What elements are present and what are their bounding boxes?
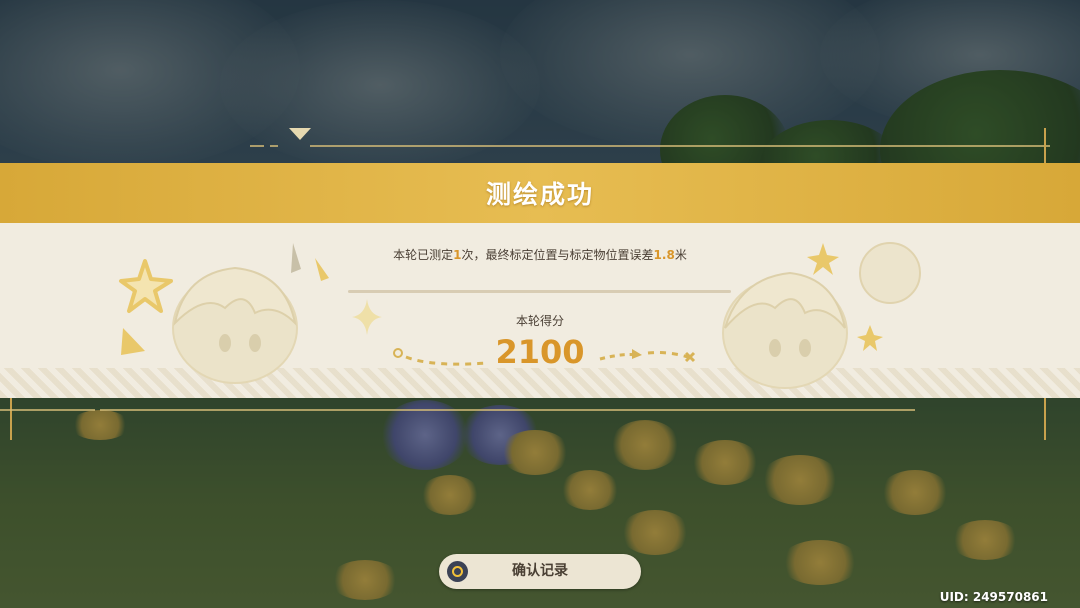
measure-count: 1 (453, 248, 462, 262)
error-distance: 1.8 (653, 248, 675, 262)
frame-top-dash (270, 145, 278, 147)
frame-top-dash (250, 145, 264, 147)
summary-middle: 次，最终标定位置与标定物位置误差 (461, 248, 654, 262)
frame-bottom-dash (0, 409, 95, 411)
result-title: 测绘成功 (485, 180, 594, 209)
triangle-pointer-icon (289, 128, 311, 140)
measurement-summary: 本轮已测定1次，最终标定位置与标定物位置误差1.8米 (0, 246, 1080, 263)
score-label: 本轮得分 (515, 314, 564, 328)
frame-top-line (310, 145, 1050, 147)
divider (348, 290, 731, 293)
summary-prefix: 本轮已测定 (393, 248, 454, 262)
uid-label: UID: 249570861 (939, 590, 1048, 604)
frame-bottom-line (100, 409, 915, 411)
result-panel: 本轮已测定1次，最终标定位置与标定物位置误差1.8米 本轮得分 2100 (0, 223, 1080, 398)
title-banner: 测绘成功 (0, 163, 1080, 223)
summary-suffix: 米 (674, 248, 687, 262)
confirm-record-button[interactable]: 确认记录 (439, 554, 641, 589)
confirm-record-label: 确认记录 (512, 563, 568, 579)
score-value: 2100 (495, 333, 585, 371)
